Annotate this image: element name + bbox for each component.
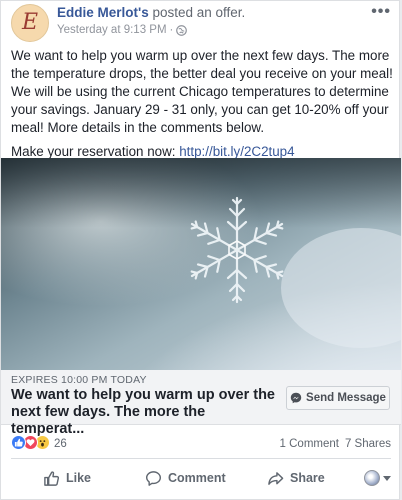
post-body: We want to help you warm up over the nex… (11, 47, 393, 167)
post-author-line: Eddie Merlot's posted an offer. (57, 5, 245, 20)
reactions-bar: 26 1 Comment 7 Shares (11, 435, 391, 455)
offer-title[interactable]: We want to help you warm up over the nex… (11, 387, 279, 438)
post-card: E Eddie Merlot's posted an offer. Yester… (0, 0, 401, 500)
comment-icon (145, 470, 162, 487)
post-timestamp[interactable]: Yesterday at 9:13 PM (57, 24, 167, 36)
post-actions: Like Comment Share (11, 463, 391, 493)
audience-globe-icon (364, 470, 380, 486)
thumbs-up-icon (43, 470, 60, 487)
send-message-label: Send Message (306, 392, 386, 404)
like-icon (11, 435, 26, 450)
send-message-button[interactable]: Send Message (286, 386, 390, 410)
share-icon (267, 470, 284, 487)
offer-details[interactable]: EXPIRES 10:00 PM TODAY We want to help y… (1, 370, 401, 437)
post-action-text: posted an offer. (148, 5, 246, 20)
offer-image-snowflake[interactable] (1, 158, 401, 370)
globe-icon[interactable] (176, 24, 188, 36)
reaction-icons[interactable] (11, 435, 50, 450)
ellipsis-icon[interactable]: ••• (371, 3, 391, 21)
engagement-stats: 1 Comment 7 Shares (280, 438, 391, 450)
reservation-link[interactable]: http://bit.ly/2C2tup4 (179, 144, 294, 159)
offer-expires: EXPIRES 10:00 PM TODAY (11, 374, 147, 386)
reaction-count[interactable]: 26 (54, 438, 67, 450)
caret-down-icon (383, 475, 391, 481)
avatar-letter: E (21, 10, 39, 35)
messenger-icon (290, 392, 302, 404)
post-meta: Yesterday at 9:13 PM · (57, 24, 188, 36)
action-divider (11, 458, 391, 459)
like-button[interactable]: Like (43, 470, 91, 487)
post-header: E Eddie Merlot's posted an offer. Yester… (11, 1, 391, 43)
page-name-link[interactable]: Eddie Merlot's (57, 5, 149, 20)
comment-button[interactable]: Comment (145, 470, 226, 487)
post-paragraph: We want to help you warm up over the nex… (11, 48, 393, 135)
page-avatar[interactable]: E (11, 4, 49, 42)
audience-selector[interactable] (364, 470, 391, 486)
comment-label: Comment (168, 471, 226, 485)
comments-count[interactable]: 1 Comment (280, 438, 339, 450)
share-button[interactable]: Share (267, 470, 325, 487)
shares-count[interactable]: 7 Shares (345, 438, 391, 450)
share-label: Share (290, 471, 325, 485)
like-label: Like (66, 471, 92, 485)
